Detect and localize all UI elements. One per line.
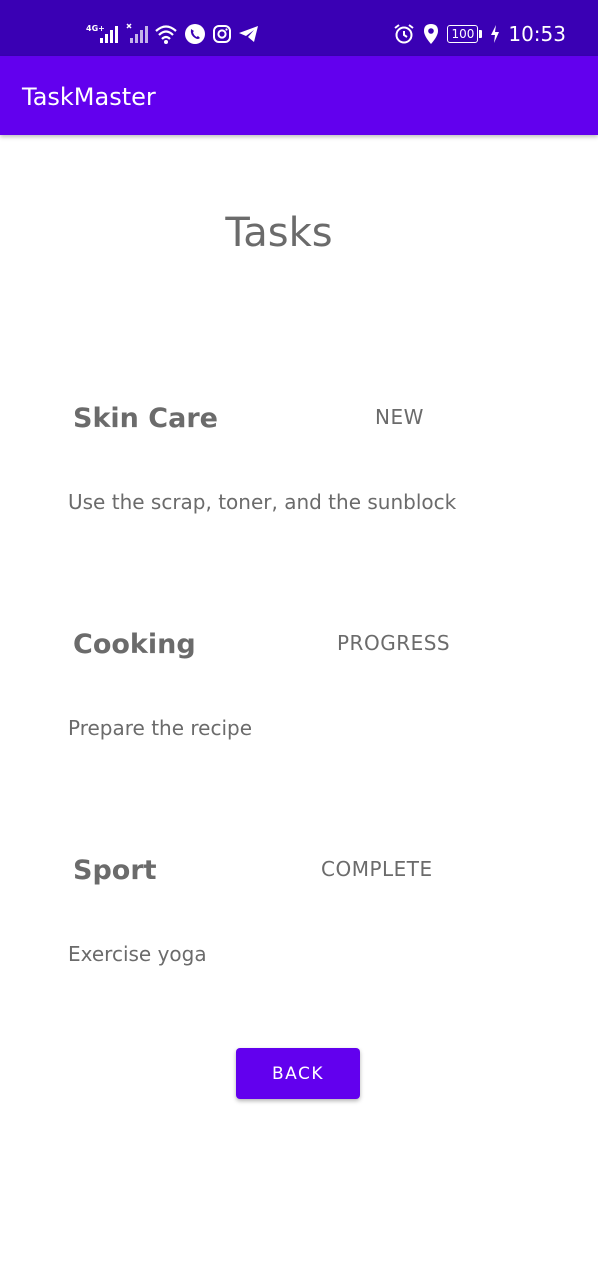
battery-icon: 100 xyxy=(447,25,483,43)
app-bar: TaskMaster xyxy=(0,56,598,135)
status-time: 10:53 xyxy=(508,22,566,46)
task-description: Prepare the recipe xyxy=(68,716,253,740)
network-label: 4G+ xyxy=(86,24,105,33)
status-bar: 4G+ 100 10:53 xyxy=(0,0,598,56)
wifi-icon xyxy=(155,25,177,44)
task-name: Skin Care xyxy=(73,403,218,434)
battery-level: 100 xyxy=(447,25,479,43)
phone-icon xyxy=(185,24,205,44)
alarm-icon xyxy=(394,24,415,44)
task-status: NEW xyxy=(375,405,424,429)
page-title: Tasks xyxy=(225,210,333,256)
task-description: Use the scrap, toner, and the sunblock xyxy=(68,490,457,514)
task-name: Sport xyxy=(73,855,157,886)
signal-4g-icon: 4G+ xyxy=(86,24,118,43)
status-right-icons: 100 10:53 xyxy=(393,18,566,50)
app-title: TaskMaster xyxy=(22,83,156,111)
task-description: Exercise yoga xyxy=(68,942,207,966)
instagram-icon xyxy=(213,25,231,43)
location-icon xyxy=(424,24,439,44)
back-button[interactable]: BACK xyxy=(236,1048,360,1099)
task-status: PROGRESS xyxy=(337,631,451,655)
signal-icon xyxy=(126,23,148,43)
telegram-icon xyxy=(239,26,258,42)
task-name: Cooking xyxy=(73,629,196,660)
task-status: COMPLETE xyxy=(321,857,433,881)
charging-icon xyxy=(491,25,500,43)
status-left-icons: 4G+ xyxy=(86,18,260,50)
